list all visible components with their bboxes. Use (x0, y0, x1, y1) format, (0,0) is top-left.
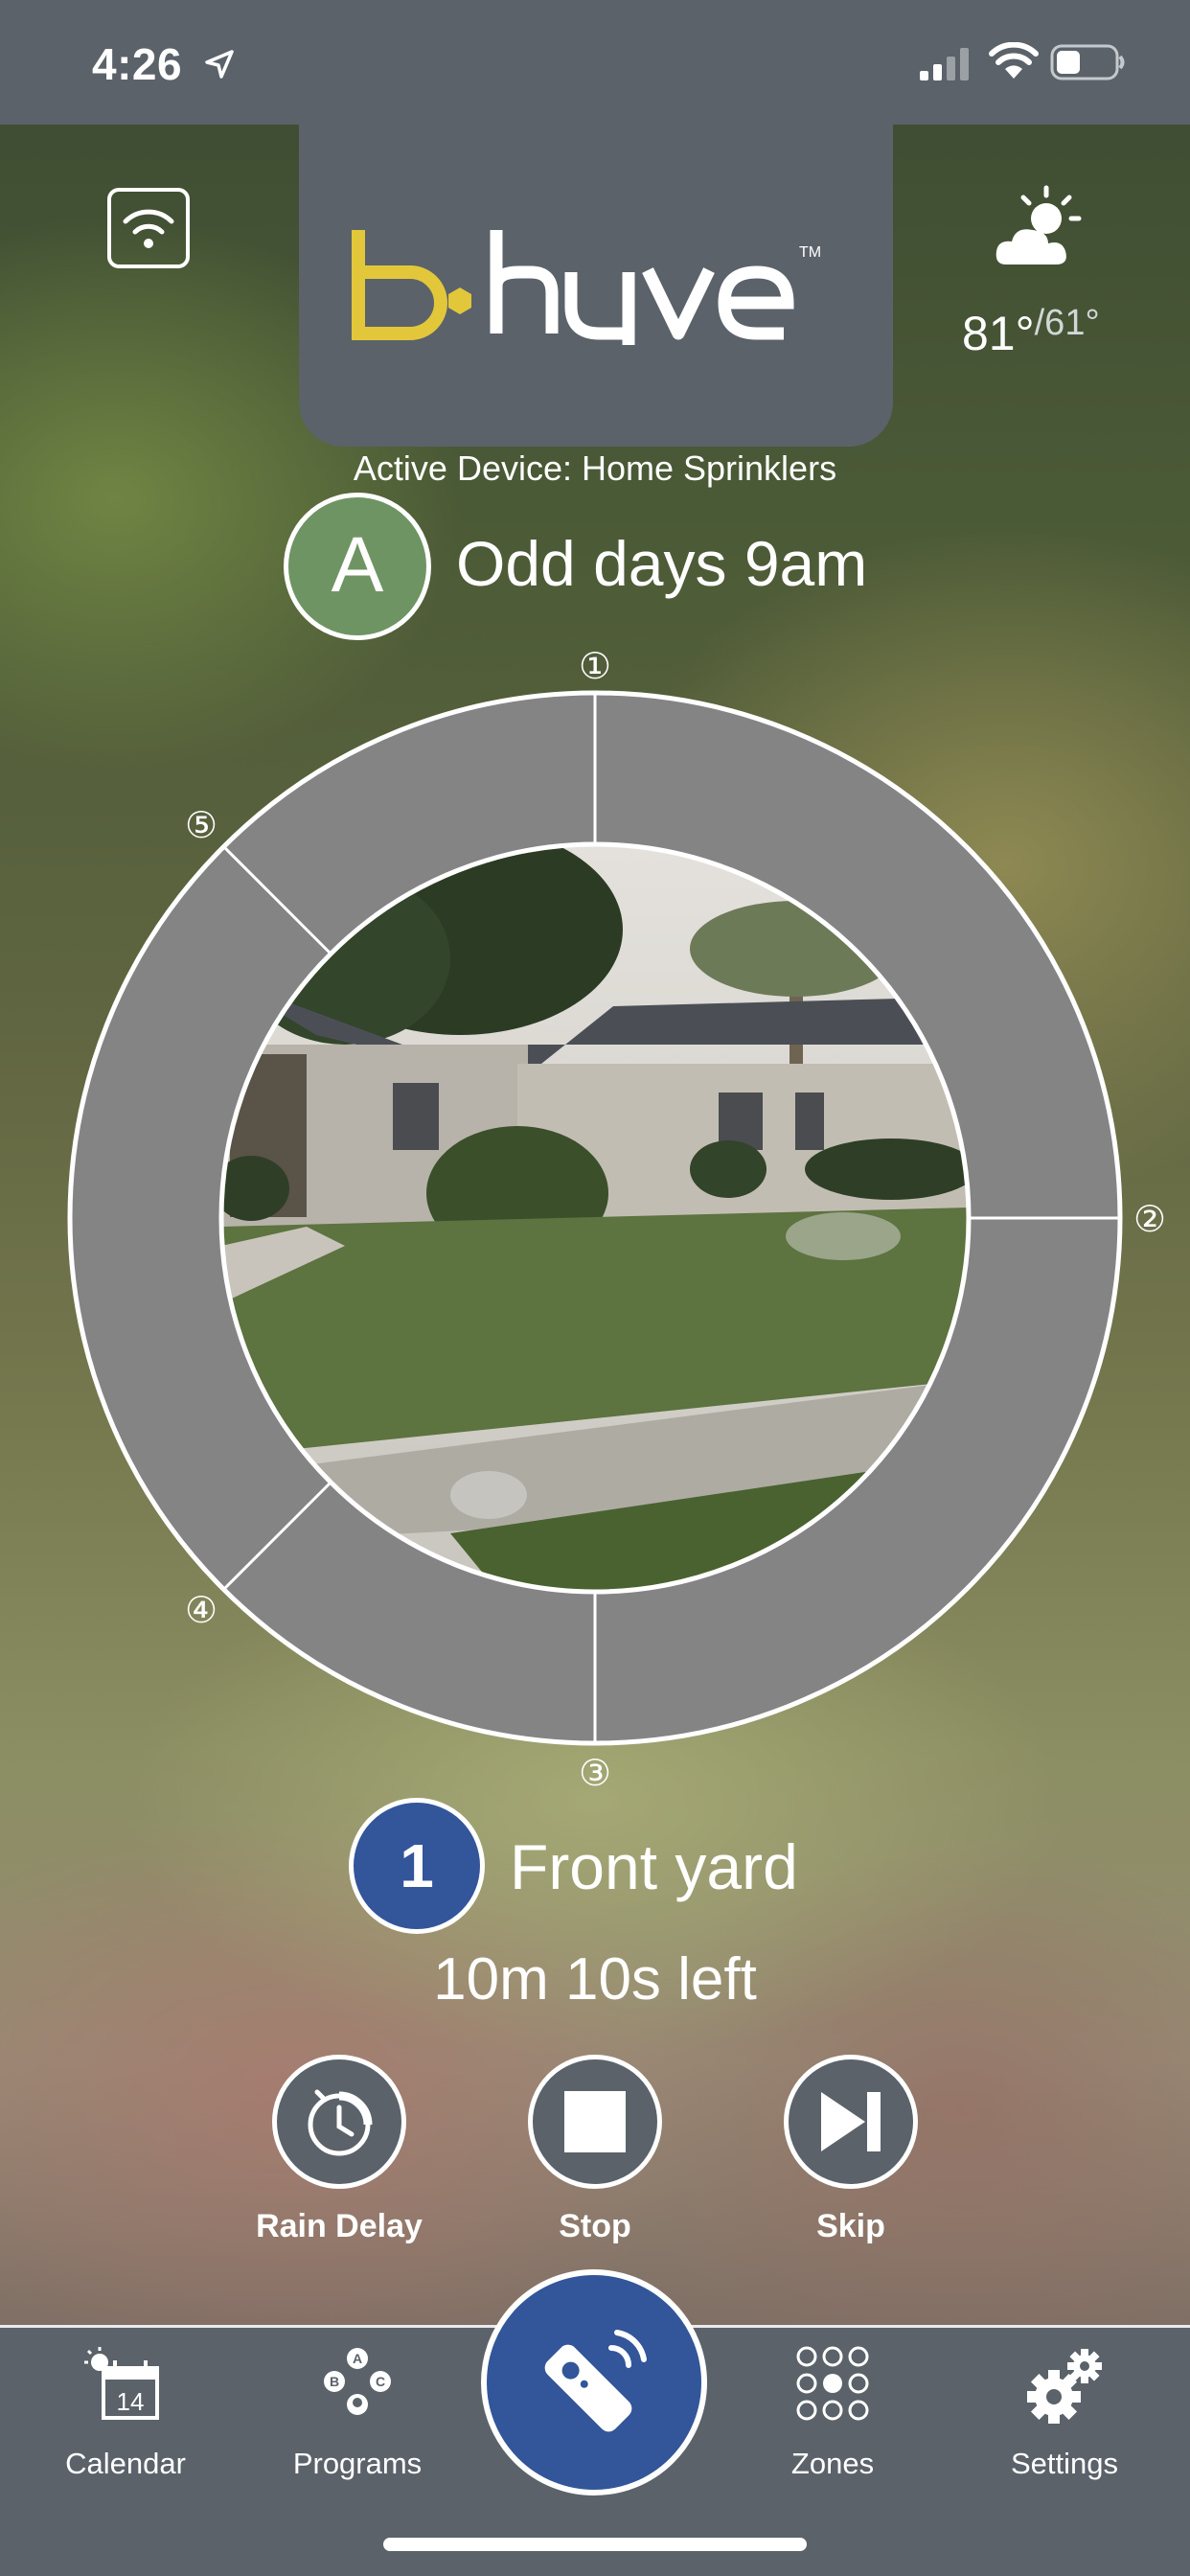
program-letter-badge[interactable]: A (284, 493, 431, 640)
temp-high: 81° (962, 307, 1035, 360)
home-indicator[interactable] (383, 2538, 807, 2551)
stop-ring[interactable] (528, 2055, 662, 2189)
tab-calendar-label: Calendar (65, 2447, 186, 2480)
rain-delay-ring[interactable] (272, 2055, 406, 2189)
tab-programs[interactable]: A B C Programs (257, 2345, 448, 2489)
zone-marker-3[interactable]: ③ (579, 1752, 611, 1794)
zone-marker-5[interactable]: ⑤ (185, 804, 217, 846)
status-bar: 4:26 (0, 0, 1190, 125)
temperature-readout: 81°/61° (962, 303, 1100, 361)
partly-cloudy-weather-icon[interactable] (993, 184, 1087, 274)
time-remaining: 10m 10s left (433, 1946, 757, 2012)
skip-icon (821, 2092, 881, 2151)
logo-tab: TM (299, 125, 893, 447)
program-badge-a: A (353, 2351, 362, 2366)
program-badge-b: B (330, 2374, 339, 2389)
zone-dial-graphic[interactable]: ① ② ③ ④ ⑤ (0, 632, 1190, 1802)
active-device-label[interactable]: Active Device: Home Sprinklers (0, 448, 1190, 489)
stop-icon (564, 2091, 626, 2152)
zone-marker-2[interactable]: ② (1133, 1198, 1166, 1240)
program-selector[interactable]: A Odd days 9am (0, 489, 1190, 644)
tab-programs-label: Programs (292, 2447, 423, 2480)
rain-delay-clock-icon (308, 2089, 373, 2156)
remote-icon (544, 2330, 647, 2432)
program-badge-c: C (376, 2374, 385, 2389)
zones-icon (796, 2346, 869, 2421)
svg-text:TM: TM (799, 244, 821, 261)
battery-icon (1050, 44, 1125, 80)
skip-ring[interactable] (784, 2055, 918, 2189)
tab-zones-label: Zones (790, 2447, 875, 2480)
calendar-date: 14 (117, 2387, 145, 2416)
wifi-icon (123, 209, 174, 248)
programs-icon: A B C (324, 2348, 391, 2415)
zone-dial[interactable]: ① ② ③ ④ ⑤ (0, 632, 1190, 1802)
stop-button[interactable]: Stop (490, 2055, 700, 2246)
tab-zones[interactable]: Zones (732, 2345, 924, 2489)
zone-marker-1[interactable]: ① (579, 645, 611, 687)
gear-icon (1027, 2349, 1102, 2424)
current-zone[interactable]: 1 Front yard (0, 1796, 1190, 1940)
program-name[interactable]: Odd days 9am (456, 527, 867, 600)
zone-name: Front yard (510, 1831, 798, 1902)
status-time: 4:26 (92, 39, 183, 89)
tab-settings-label: Settings (1010, 2447, 1118, 2480)
wifi-status-icon (989, 42, 1039, 79)
tab-calendar[interactable]: 14 Calendar (25, 2345, 217, 2489)
temp-low: /61° (1034, 303, 1100, 343)
remote-control-button[interactable] (481, 2269, 707, 2496)
rain-delay-button[interactable]: Rain Delay (234, 2055, 445, 2246)
bhyve-logo: TM (352, 230, 821, 345)
zone-number-badge[interactable]: 1 (349, 1798, 485, 1934)
rain-delay-label: Rain Delay (256, 2208, 423, 2244)
calendar-icon: 14 (84, 2347, 159, 2420)
zone-marker-4[interactable]: ④ (185, 1589, 217, 1631)
tab-settings[interactable]: Settings (964, 2345, 1156, 2489)
cellular-signal-icon (920, 48, 969, 80)
wifi-connection-button[interactable] (107, 188, 190, 268)
stop-label: Stop (559, 2208, 631, 2244)
skip-button[interactable]: Skip (745, 2055, 956, 2246)
location-arrow-icon (205, 50, 234, 79)
skip-label: Skip (816, 2208, 885, 2244)
